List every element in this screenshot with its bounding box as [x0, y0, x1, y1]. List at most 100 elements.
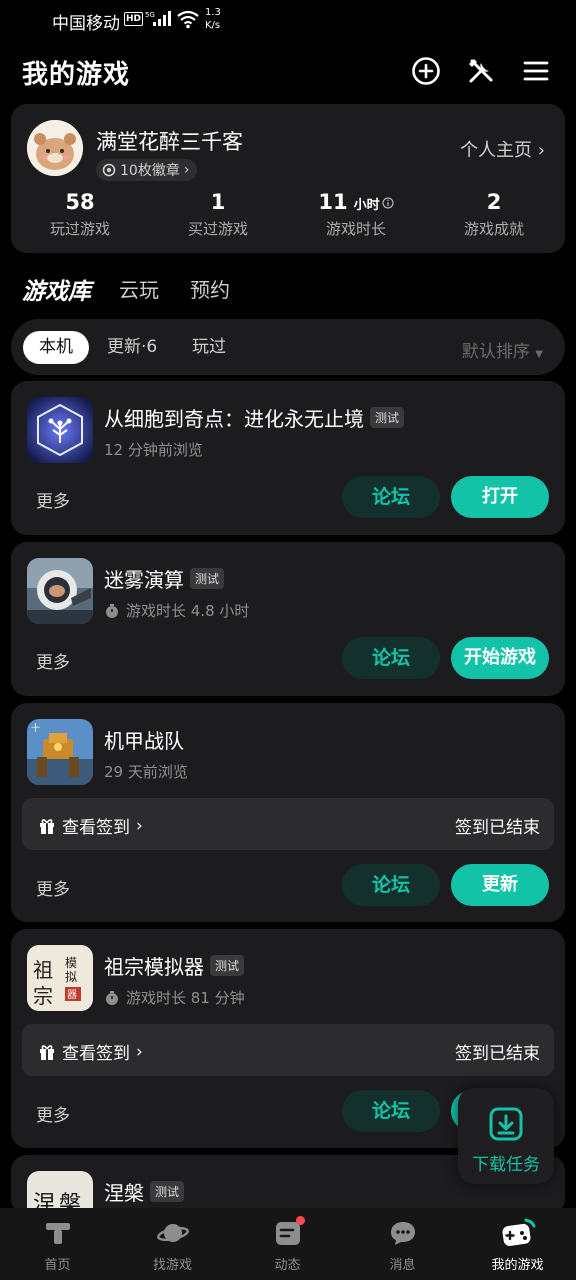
gamepad-icon — [502, 1218, 535, 1246]
svg-text:5G: 5G — [145, 11, 155, 19]
info-icon — [382, 197, 394, 209]
game-icon-cell-to-singularity[interactable] — [27, 397, 93, 463]
forum-button[interactable]: 论坛 — [342, 476, 440, 518]
stat-played[interactable]: 58 玩过游戏 — [11, 190, 149, 239]
game-title: 涅槃 — [104, 1181, 144, 1205]
notification-dot — [296, 1216, 305, 1225]
game-subtitle-row: 游戏时长 4.8 小时 — [104, 600, 249, 621]
chevron-right-icon: › — [136, 1041, 143, 1062]
game-title: 迷雾演算 — [104, 568, 184, 592]
game-icon-ancestor-simulator[interactable]: 祖宗模拟器 — [27, 945, 93, 1011]
game-title-row: 祖宗模拟器 测试 — [104, 951, 245, 980]
download-icon — [489, 1107, 523, 1141]
game-subtitle: 游戏时长 81 分钟 — [126, 989, 245, 1007]
svg-text:模: 模 — [65, 956, 77, 970]
nav-messages[interactable]: 消息 — [345, 1216, 460, 1273]
svg-text:拟: 拟 — [65, 970, 77, 984]
nav-label: 消息 — [389, 1258, 416, 1273]
carrier-name: 中国移动 — [52, 14, 120, 34]
forum-button[interactable]: 论坛 — [342, 637, 440, 679]
nav-feed[interactable]: 动态 — [230, 1216, 345, 1273]
caret-down-icon: ▼ — [535, 349, 543, 360]
tab-cloud-play[interactable]: 云玩 — [119, 274, 159, 303]
game-subtitle: 29 天前浏览 — [104, 763, 188, 781]
add-circle-icon[interactable] — [411, 56, 441, 86]
start-game-button[interactable]: 开始游戏 — [451, 637, 549, 679]
game-title: 机甲战队 — [104, 729, 184, 753]
checkin-bar[interactable]: 查看签到 › 签到已结束 — [22, 1024, 554, 1076]
profile-home-link[interactable]: 个人主页 › — [460, 136, 545, 162]
filter-local[interactable]: 本机 — [23, 331, 89, 364]
badge-count: 10枚徽章 — [120, 163, 180, 179]
tools-icon[interactable] — [466, 56, 496, 86]
test-tag: 测试 — [370, 407, 405, 428]
update-button[interactable]: 更新 — [451, 864, 549, 906]
checkin-bar[interactable]: 查看签到 › 签到已结束 — [22, 798, 554, 850]
stat-label: 游戏时长 — [325, 220, 386, 238]
timer-icon — [106, 990, 118, 1005]
more-button[interactable]: 更多 — [36, 487, 70, 512]
download-tasks-button[interactable]: 下载任务 — [458, 1088, 554, 1184]
filter-updates[interactable]: 更新·6 — [91, 331, 173, 364]
timer-icon — [106, 603, 118, 618]
checkin-status: 签到已结束 — [455, 1044, 540, 1064]
username: 满堂花醉三千客 — [96, 130, 243, 154]
stat-achievements[interactable]: 2 游戏成就 — [425, 190, 563, 239]
nav-find-games[interactable]: 找游戏 — [115, 1216, 230, 1273]
game-subtitle-row: 游戏时长 81 分钟 — [104, 987, 245, 1008]
game-card[interactable]: 迷雾演算 测试 游戏时长 4.8 小时 更多 论坛 开始游戏 — [11, 542, 565, 696]
tab-reservations[interactable]: 预约 — [190, 274, 230, 303]
profile-card[interactable]: 满堂花醉三千客 10枚徽章 › 个人主页 › 58 玩过游戏 1 买过游戏 11… — [11, 104, 565, 253]
medal-icon — [102, 163, 116, 177]
svg-text:十: 十 — [31, 722, 40, 734]
sort-dropdown[interactable]: 默认排序 ▼ — [462, 337, 543, 362]
open-button[interactable]: 打开 — [451, 476, 549, 518]
chevron-right-icon: › — [537, 140, 545, 161]
badge-button[interactable]: 10枚徽章 › — [96, 159, 198, 181]
game-title-row: 涅槃 测试 — [104, 1177, 185, 1206]
nav-home[interactable]: 首页 — [0, 1216, 115, 1273]
game-subtitle: 游戏时长 4.8 小时 — [126, 602, 250, 620]
gift-icon — [40, 1044, 54, 1060]
game-card[interactable]: 从细胞到奇点：进化永无止境 测试 12 分钟前浏览 更多 论坛 打开 — [11, 381, 565, 535]
avatar[interactable] — [27, 120, 83, 176]
stat-bought[interactable]: 1 买过游戏 — [149, 190, 287, 239]
nav-label: 首页 — [44, 1258, 71, 1273]
test-tag: 测试 — [210, 955, 245, 976]
svg-text:器: 器 — [67, 989, 77, 1001]
checkin-label: 查看签到 — [62, 818, 130, 838]
nav-label: 动态 — [274, 1258, 301, 1273]
signal-icon: 5G — [145, 10, 173, 32]
nav-my-games[interactable]: 我的游戏 — [460, 1216, 575, 1273]
game-title-row: 迷雾演算 测试 — [104, 564, 225, 593]
more-button[interactable]: 更多 — [36, 648, 70, 673]
svg-text:宗: 宗 — [33, 984, 53, 1008]
gift-icon — [40, 818, 54, 834]
stat-label: 游戏成就 — [463, 220, 524, 238]
filter-bar: 本机 更新·6 玩过 默认排序 ▼ — [11, 319, 565, 375]
game-icon-mecha-squad[interactable]: 十 — [27, 719, 93, 785]
game-title: 祖宗模拟器 — [104, 955, 204, 979]
game-subtitle: 12 分钟前浏览 — [104, 441, 203, 459]
network-speed: 1.3 K/s — [205, 7, 221, 31]
stat-value: 2 — [486, 190, 502, 214]
more-button[interactable]: 更多 — [36, 875, 70, 900]
wifi-icon — [176, 9, 200, 33]
tab-library[interactable]: 游戏库 — [22, 272, 91, 309]
chevron-right-icon: › — [136, 815, 143, 836]
forum-button[interactable]: 论坛 — [342, 864, 440, 906]
stat-label: 玩过游戏 — [49, 220, 110, 238]
stat-playtime[interactable]: 11 小时 游戏时长 — [287, 190, 425, 239]
more-button[interactable]: 更多 — [36, 1101, 70, 1126]
status-bar: 中国移动 HD 5G 1.3 K/s — [0, 0, 576, 40]
download-tasks-label: 下载任务 — [472, 1155, 540, 1175]
forum-button[interactable]: 论坛 — [342, 1090, 440, 1132]
message-icon — [390, 1222, 415, 1245]
filter-played[interactable]: 玩过 — [176, 331, 242, 364]
game-title-row: 从细胞到奇点：进化永无止境 测试 — [104, 403, 405, 432]
planet-icon — [156, 1224, 189, 1242]
test-tag: 测试 — [190, 568, 225, 589]
game-icon-mist-calculus[interactable] — [27, 558, 93, 624]
game-card[interactable]: 十 机甲战队 29 天前浏览 查看签到 › 签到已结束 更多 论坛 更新 — [11, 703, 565, 922]
menu-icon[interactable] — [521, 56, 551, 86]
